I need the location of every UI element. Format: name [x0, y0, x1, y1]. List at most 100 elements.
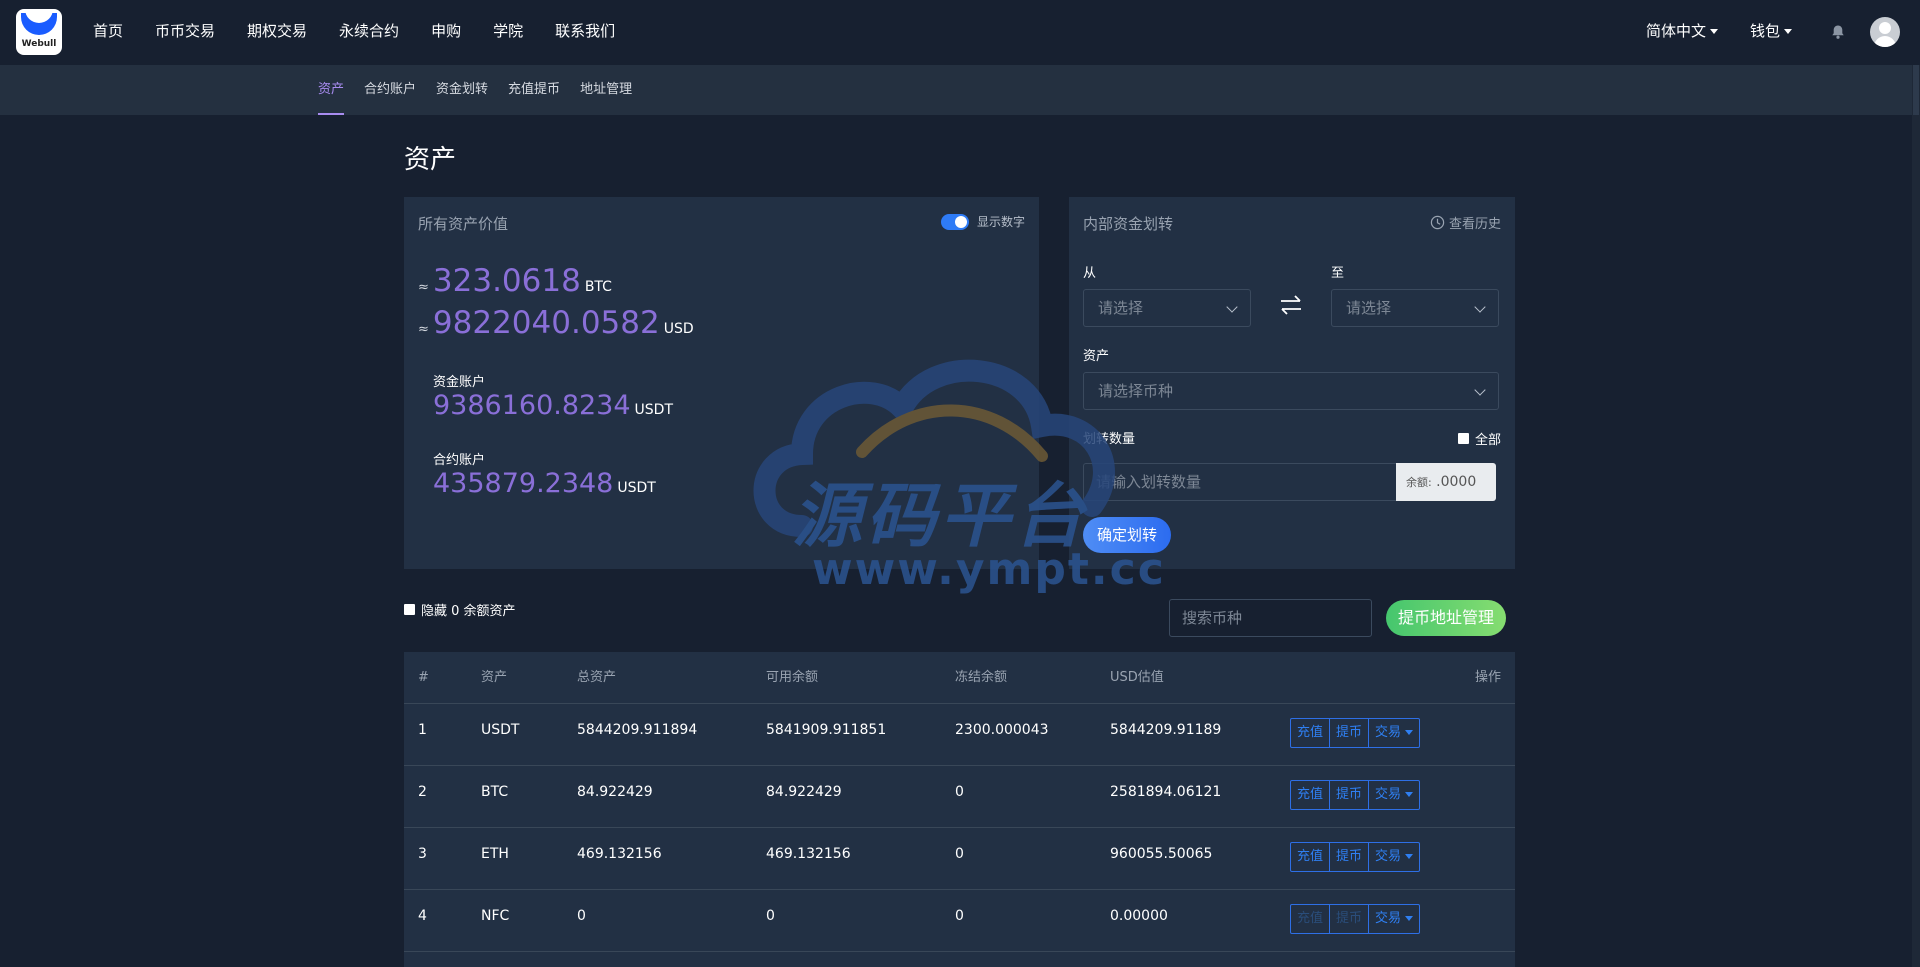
header-asset: 资产	[481, 670, 508, 685]
cell-total: 469.132156	[577, 846, 662, 862]
to-select-value: 请选择	[1346, 299, 1392, 317]
trade-label: 交易	[1375, 725, 1402, 740]
sub-tab-contract-account[interactable]: 合约账户	[364, 65, 416, 115]
view-history-link[interactable]: 查看历史	[1430, 213, 1501, 232]
from-label: 从	[1083, 266, 1097, 281]
table-row: 3 ETH 469.132156 469.132156 0 960055.500…	[404, 828, 1515, 890]
cell-frozen: 0	[955, 784, 964, 800]
sub-nav: 资产 合约账户 资金划转 充值提币 地址管理	[318, 65, 652, 115]
hide-zero-checkbox[interactable]	[404, 604, 415, 615]
contract-account-unit: USDT	[617, 480, 656, 496]
coin-search-input[interactable]: 搜索币种	[1169, 599, 1372, 637]
cell-available: 84.922429	[766, 784, 842, 800]
trade-label: 交易	[1375, 787, 1402, 802]
confirm-transfer-button[interactable]: 确定划转	[1083, 517, 1171, 553]
header-actions: 操作	[1474, 670, 1501, 685]
total-assets-card: 所有资产价值 显示数字 ≈323.0618 BTC ≈9822040.0582 US…	[404, 197, 1039, 569]
btc-unit: BTC	[584, 279, 612, 295]
cell-index: 3	[418, 846, 427, 862]
amount-label: 划转数量	[1083, 432, 1136, 447]
chevron-down-icon	[1405, 854, 1414, 859]
cell-available: 5841909.911851	[766, 722, 887, 738]
hide-zero-balance-wrap[interactable]: 隐藏 0 余额资产	[404, 600, 516, 619]
cell-available: 0	[766, 908, 775, 924]
show-numbers-label: 显示数字	[976, 215, 1025, 229]
trade-label: 交易	[1375, 849, 1402, 864]
nav-item-perpetual[interactable]: 永续合约	[339, 0, 399, 64]
cell-index: 4	[418, 908, 427, 924]
deposit-button[interactable]: 充值	[1291, 781, 1331, 809]
nav-item-spot-trading[interactable]: 币币交易	[155, 0, 215, 64]
clock-icon	[1430, 215, 1445, 230]
cell-usd: 960055.50065	[1110, 846, 1213, 862]
all-checkbox-wrap[interactable]: 全部	[1457, 429, 1501, 448]
nav-item-academy[interactable]: 学院	[493, 0, 523, 64]
balance-value: .0000	[1436, 474, 1477, 490]
withdraw-button[interactable]: 提币	[1330, 719, 1370, 747]
logo-text: Webull	[21, 39, 57, 49]
row-actions: 充值 提币 交易	[1290, 718, 1421, 748]
sub-tab-address-management[interactable]: 地址管理	[580, 65, 632, 115]
withdraw-button[interactable]: 提币	[1330, 781, 1370, 809]
table-row	[404, 952, 1515, 967]
coin-select-value: 请选择币种	[1098, 382, 1174, 400]
chevron-down-icon	[1474, 301, 1486, 313]
amount-placeholder: 请输入划转数量	[1096, 473, 1202, 491]
nav-item-subscribe[interactable]: 申购	[431, 0, 461, 64]
withdraw-button[interactable]: 提币	[1330, 905, 1370, 933]
all-label: 全部	[1474, 433, 1501, 448]
withdraw-button[interactable]: 提币	[1330, 843, 1370, 871]
contract-account-label: 合约账户	[433, 453, 486, 468]
show-numbers-toggle[interactable]	[940, 213, 969, 230]
fund-account-value: 9386160.8234	[433, 390, 631, 421]
chevron-down-icon	[1710, 29, 1719, 34]
from-select[interactable]: 请选择	[1083, 289, 1251, 327]
swap-arrows-icon[interactable]	[1277, 293, 1305, 317]
withdraw-address-button[interactable]: 提币地址管理	[1386, 600, 1506, 636]
header-available: 可用余额	[766, 670, 819, 685]
sub-tab-fund-transfer[interactable]: 资金划转	[436, 65, 488, 115]
to-select[interactable]: 请选择	[1331, 289, 1499, 327]
header-usd: USD估值	[1110, 670, 1164, 685]
page-scrollbar[interactable]	[1912, 65, 1920, 967]
fund-account-block: 资金账户 9386160.8234 USDT	[433, 371, 673, 421]
cell-usd: 2581894.06121	[1110, 784, 1222, 800]
nav-item-contact[interactable]: 联系我们	[555, 0, 615, 64]
trade-dropdown[interactable]: 交易	[1369, 719, 1419, 747]
coin-select[interactable]: 请选择币种	[1083, 372, 1499, 410]
contract-account-block: 合约账户 435879.2348 USDT	[433, 449, 656, 499]
trade-dropdown[interactable]: 交易	[1369, 781, 1419, 809]
deposit-button[interactable]: 充值	[1291, 905, 1331, 933]
nav-item-options-trading[interactable]: 期权交易	[247, 0, 307, 64]
wallet-dropdown[interactable]: 钱包	[1750, 0, 1793, 62]
from-select-value: 请选择	[1098, 299, 1144, 317]
cell-index: 2	[418, 784, 427, 800]
table-row: 1 USDT 5844209.911894 5841909.911851 230…	[404, 704, 1515, 766]
deposit-button[interactable]: 充值	[1291, 843, 1331, 871]
balance-tag: 余额: .0000	[1396, 463, 1496, 501]
page-title: 资产	[404, 145, 457, 175]
nav-item-home[interactable]: 首页	[93, 0, 123, 64]
sub-tab-assets[interactable]: 资产	[318, 65, 345, 115]
sub-tab-deposit-withdraw[interactable]: 充值提币	[508, 65, 560, 115]
transfer-title: 内部资金划转	[1083, 215, 1174, 233]
cell-total: 84.922429	[577, 784, 653, 800]
avatar[interactable]	[1870, 17, 1900, 47]
all-checkbox[interactable]	[1457, 433, 1469, 444]
cell-total: 0	[577, 908, 586, 924]
chevron-down-icon	[1405, 730, 1414, 735]
trade-dropdown[interactable]: 交易	[1369, 905, 1419, 933]
top-navbar: Webull 首页 币币交易 期权交易 永续合约 申购 学院 联系我们 简体中文…	[0, 0, 1920, 64]
trade-dropdown[interactable]: 交易	[1369, 843, 1419, 871]
language-dropdown[interactable]: 简体中文	[1646, 0, 1719, 62]
usd-total-row: ≈9822040.0582 USD	[418, 305, 694, 341]
cell-usd: 0.00000	[1110, 908, 1168, 924]
sub-navbar: 资产 合约账户 资金划转 充值提币 地址管理	[0, 65, 1920, 115]
deposit-button[interactable]: 充值	[1291, 719, 1331, 747]
amount-input[interactable]: 请输入划转数量	[1083, 463, 1396, 501]
table-row: 4 NFC 0 0 0 0.00000 充值 提币 交易	[404, 890, 1515, 952]
btc-total-row: ≈323.0618 BTC	[418, 263, 612, 299]
bell-icon[interactable]	[1830, 24, 1846, 40]
webull-logo[interactable]: Webull	[16, 9, 62, 55]
logo-swoosh-icon	[21, 9, 57, 35]
